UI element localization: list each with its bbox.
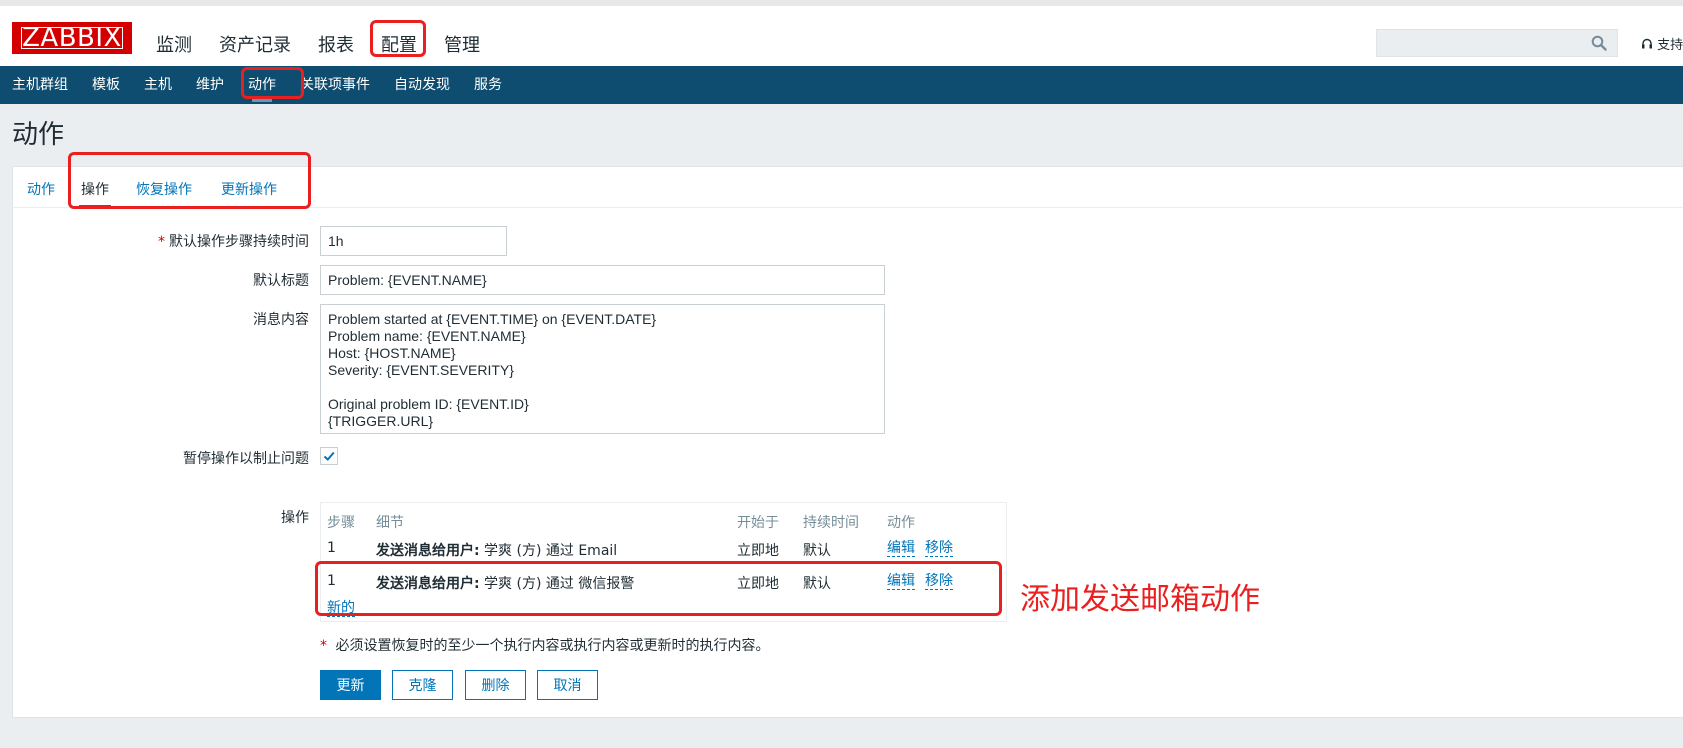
tab-update-operations[interactable]: 更新操作 [221, 179, 277, 199]
tab-action[interactable]: 动作 [27, 179, 55, 199]
top-header: ZABBIX 监测 资产记录 报表 配置 管理 支持 [0, 0, 1683, 79]
pause-label: 暂停操作以制止问题 [183, 451, 309, 467]
row-details: 发送消息给用户: 学爽 (方) 通过 微信报警 [376, 576, 635, 592]
submenu-services[interactable]: 服务 [462, 66, 514, 104]
submenu-host-groups[interactable]: 主机群组 [0, 66, 80, 104]
checkmark-icon [323, 451, 335, 461]
remove-link[interactable]: 移除 [925, 540, 953, 557]
col-step: 步骤 [327, 515, 355, 531]
cancel-button[interactable]: 取消 [537, 670, 598, 700]
row-details: 发送消息给用户: 学爽 (方) 通过 Email [376, 543, 618, 559]
clone-button[interactable]: 克隆 [392, 670, 453, 700]
page-title: 动作 [12, 120, 65, 150]
edit-link[interactable]: 编辑 [887, 540, 915, 557]
annotation-text: 添加发送邮箱动作 [1020, 582, 1260, 617]
col-start: 开始于 [737, 515, 779, 531]
search-icon[interactable] [1591, 35, 1607, 51]
menu-inventory[interactable]: 资产记录 [219, 31, 291, 57]
submenu-hosts[interactable]: 主机 [132, 66, 184, 104]
row-start: 立即地 [737, 576, 779, 592]
step-duration-label: * 默认操作步骤持续时间 [158, 234, 309, 250]
action-form-panel: 动作 操作 恢复操作 更新操作 * 默认操作步骤持续时间 1h 默认标题 Prob… [12, 166, 1683, 718]
col-action: 动作 [887, 515, 915, 531]
update-button[interactable]: 更新 [320, 670, 381, 700]
edit-link[interactable]: 编辑 [887, 573, 915, 590]
zabbix-logo[interactable]: ZABBIX [12, 22, 132, 54]
menu-monitoring[interactable]: 监测 [156, 31, 192, 57]
operations-label: 操作 [281, 510, 309, 526]
submenu-discovery[interactable]: 自动发现 [382, 66, 462, 104]
tab-recovery-operations[interactable]: 恢复操作 [136, 179, 192, 199]
default-subject-label: 默认标题 [253, 273, 309, 289]
default-subject-input[interactable]: Problem: {EVENT.NAME} [320, 265, 885, 295]
menu-configuration[interactable]: 配置 [381, 31, 417, 79]
step-duration-input[interactable]: 1h [320, 226, 507, 256]
row-step: 1 [327, 540, 336, 556]
headset-icon [1642, 38, 1652, 49]
submenu-templates[interactable]: 模板 [80, 66, 132, 104]
tab-operations[interactable]: 操作 [79, 179, 111, 208]
row-start: 立即地 [737, 543, 779, 559]
row-duration: 默认 [803, 543, 831, 559]
col-duration: 持续时间 [803, 515, 859, 531]
submenu-actions[interactable]: 动作 [236, 66, 288, 104]
message-label: 消息内容 [253, 312, 309, 328]
submenu-maintenance[interactable]: 维护 [184, 66, 236, 104]
menu-administration[interactable]: 管理 [444, 31, 480, 57]
new-operation-link[interactable]: 新的 [327, 600, 355, 617]
support-link[interactable]: 支持 [1641, 34, 1683, 53]
tab-bar: 动作 操作 恢复操作 更新操作 [13, 167, 1683, 208]
submenu-event-correlation[interactable]: 关联项事件 [288, 66, 382, 104]
row-step: 1 [327, 573, 336, 589]
sub-menu: 主机群组 模板 主机 维护 动作 关联项事件 自动发现 服务 [0, 66, 1683, 104]
message-textarea[interactable]: Problem started at {EVENT.TIME} on {EVEN… [320, 304, 885, 434]
remove-link[interactable]: 移除 [925, 573, 953, 590]
col-details: 细节 [376, 515, 404, 531]
search-input[interactable] [1376, 29, 1618, 57]
menu-reports[interactable]: 报表 [318, 31, 354, 57]
row-duration: 默认 [803, 576, 831, 592]
delete-button[interactable]: 删除 [465, 670, 526, 700]
main-menu: 监测 资产记录 报表 配置 管理 [156, 31, 507, 79]
operations-table: 步骤 细节 开始于 持续时间 动作 1 发送消息给用户: 学爽 (方) 通过 E… [320, 502, 1007, 622]
required-note: * 必须设置恢复时的至少一个执行内容或执行内容或更新时的执行内容。 [320, 638, 770, 654]
pause-checkbox[interactable] [320, 447, 338, 465]
support-label: 支持 [1657, 38, 1683, 53]
